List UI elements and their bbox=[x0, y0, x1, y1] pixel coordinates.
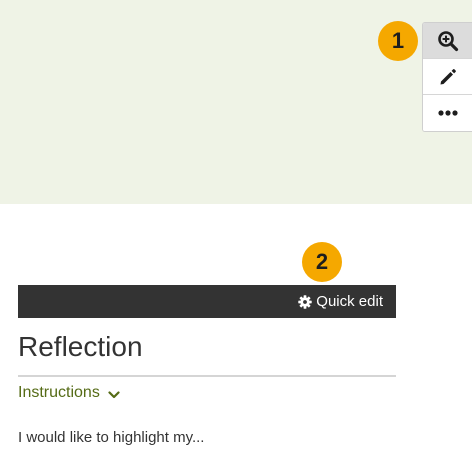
quick-edit-button[interactable]: Quick edit bbox=[298, 293, 383, 310]
more-options-button[interactable] bbox=[423, 95, 472, 131]
gear-icon bbox=[298, 294, 312, 309]
quick-edit-label: Quick edit bbox=[316, 293, 383, 310]
instructions-label: Instructions bbox=[18, 384, 100, 401]
more-icon bbox=[437, 110, 458, 116]
block-title: Reflection bbox=[18, 331, 143, 362]
zoom-in-icon bbox=[437, 30, 458, 51]
chevron-down-icon bbox=[108, 390, 120, 398]
block-header-bar: Quick edit bbox=[18, 285, 396, 318]
edit-button[interactable] bbox=[423, 59, 472, 95]
block-body-text: I would like to highlight my... bbox=[18, 429, 205, 446]
view-toolbar bbox=[422, 22, 472, 132]
title-divider bbox=[18, 375, 396, 377]
zoom-in-button[interactable] bbox=[423, 23, 472, 59]
callout-badge-1: 1 bbox=[378, 21, 418, 61]
instructions-toggle[interactable]: Instructions bbox=[18, 384, 120, 402]
callout-badge-2: 2 bbox=[302, 242, 342, 282]
pencil-icon bbox=[440, 68, 456, 84]
